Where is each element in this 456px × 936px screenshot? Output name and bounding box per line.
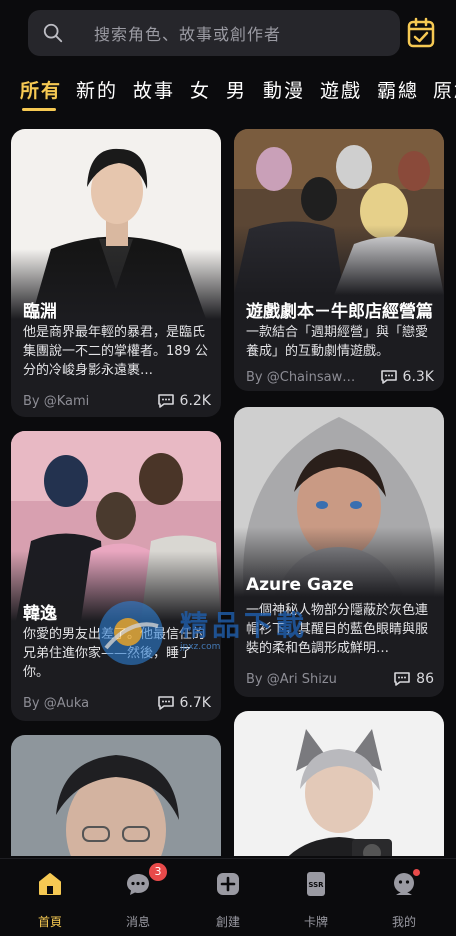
nav-label: 創建 [215,915,240,929]
ssr-card-icon: SSR [307,872,325,896]
character-image [11,735,221,856]
comment-count-value: 6.2K [179,393,211,409]
character-description: 一款結合「週期經營」與「戀愛養成」的互動劇情遊戲。 [246,325,429,359]
tab-ceo[interactable]: 霸總 [377,76,419,103]
character-title: 韓逸 [23,604,57,624]
comment-count: 6.2K [157,393,211,409]
nav-label: 消息 [125,915,150,929]
comment-count-value: 6.7K [179,695,211,711]
nav-cards[interactable]: SSR 卡牌 [281,865,351,931]
character-feed: 臨淵 他是商界最年輕的暴君，是臨氏集團說一不二的掌權者。189 公分的冷峻身影永… [0,120,456,856]
card-meta: By @Chainsaw… 6.3K [246,367,434,387]
character-description: 他是商界最年輕的暴君，是臨氏集團說一不二的掌權者。189 公分的冷峻身影永遠裹… [23,325,208,378]
nav-create[interactable]: 創建 [193,865,263,931]
nav-messages[interactable]: 3 消息 [103,863,173,931]
character-title: 遊戲劇本－牛郎店經營篇 [246,302,433,322]
watermark-text: 精品下載 [180,609,309,642]
top-bar: 搜索角色、故事或創作者 [0,0,456,66]
tab-female[interactable]: 女 [190,76,211,103]
nav-profile[interactable]: 我的 [369,865,439,931]
character-card[interactable] [234,711,444,856]
svg-text:SSR: SSR [308,881,324,889]
author-label[interactable]: By @Ari Shizu [246,672,337,687]
tab-game[interactable]: 遊戲 [320,76,362,103]
image-gradient [234,225,444,295]
character-card[interactable] [11,735,221,856]
active-tab-indicator [22,108,56,111]
tab-new[interactable]: 新的 [76,76,118,103]
character-card[interactable]: 臨淵 他是商界最年輕的暴君，是臨氏集團說一不二的掌權者。189 公分的冷峻身影永… [11,129,221,417]
watermark-logo-icon [99,601,163,665]
comment-count: 6.3K [380,369,434,385]
home-icon [39,873,61,895]
tab-anime[interactable]: 動漫 [263,76,305,103]
author-label[interactable]: By @Auka [23,696,89,711]
search-input[interactable]: 搜索角色、故事或創作者 [28,10,400,56]
nav-label: 我的 [391,915,416,929]
character-title: Azure Gaze [246,575,354,595]
character-card[interactable]: 韓逸 你愛的男友出差了。他最信任的兄弟住進你家——然後，睡了你。 By @Auk… [11,431,221,721]
author-label[interactable]: By @Kami [23,394,89,409]
tab-story[interactable]: 故事 [133,76,175,103]
character-image [234,711,444,856]
comment-count-value: 86 [416,671,434,687]
card-meta: By @Auka 6.7K [23,693,211,713]
nav-home[interactable]: 首頁 [15,865,85,931]
comment-count: 86 [393,671,434,687]
bottom-navigation: 首頁 3 消息 創建 SSR 卡牌 我的 [0,858,456,936]
create-icon [217,873,239,895]
nav-label: 首頁 [37,915,62,929]
comment-count: 6.7K [157,695,211,711]
comment-count-value: 6.3K [402,369,434,385]
character-card[interactable]: 遊戲劇本－牛郎店經營篇 一款結合「週期經營」與「戀愛養成」的互動劇情遊戲。 By… [234,129,444,391]
category-tabs: 所有 新的 故事 女 男 動漫 遊戲 霸總 原創 [0,68,456,114]
search-icon [43,23,63,43]
notification-dot [413,869,420,876]
tab-male[interactable]: 男 [226,76,247,103]
chat-icon [127,874,149,895]
card-meta: By @Kami 6.2K [23,391,211,411]
watermark-url: jpxz.com [180,642,221,652]
nav-label: 卡牌 [303,915,328,929]
unread-badge: 3 [149,863,167,881]
watermark: 精品下載 jpxz.com [96,598,326,668]
calendar-check-icon[interactable] [406,17,436,49]
search-placeholder: 搜索角色、故事或創作者 [94,25,282,44]
comment-icon [380,370,397,384]
author-label[interactable]: By @Chainsaw… [246,370,355,385]
character-title: 臨淵 [23,302,57,322]
tab-all[interactable]: 所有 [20,76,62,103]
tab-original[interactable]: 原創 [433,76,456,103]
comment-icon [157,394,174,408]
card-meta: By @Ari Shizu 86 [246,669,434,689]
comment-icon [394,672,410,686]
comment-icon [157,696,174,710]
